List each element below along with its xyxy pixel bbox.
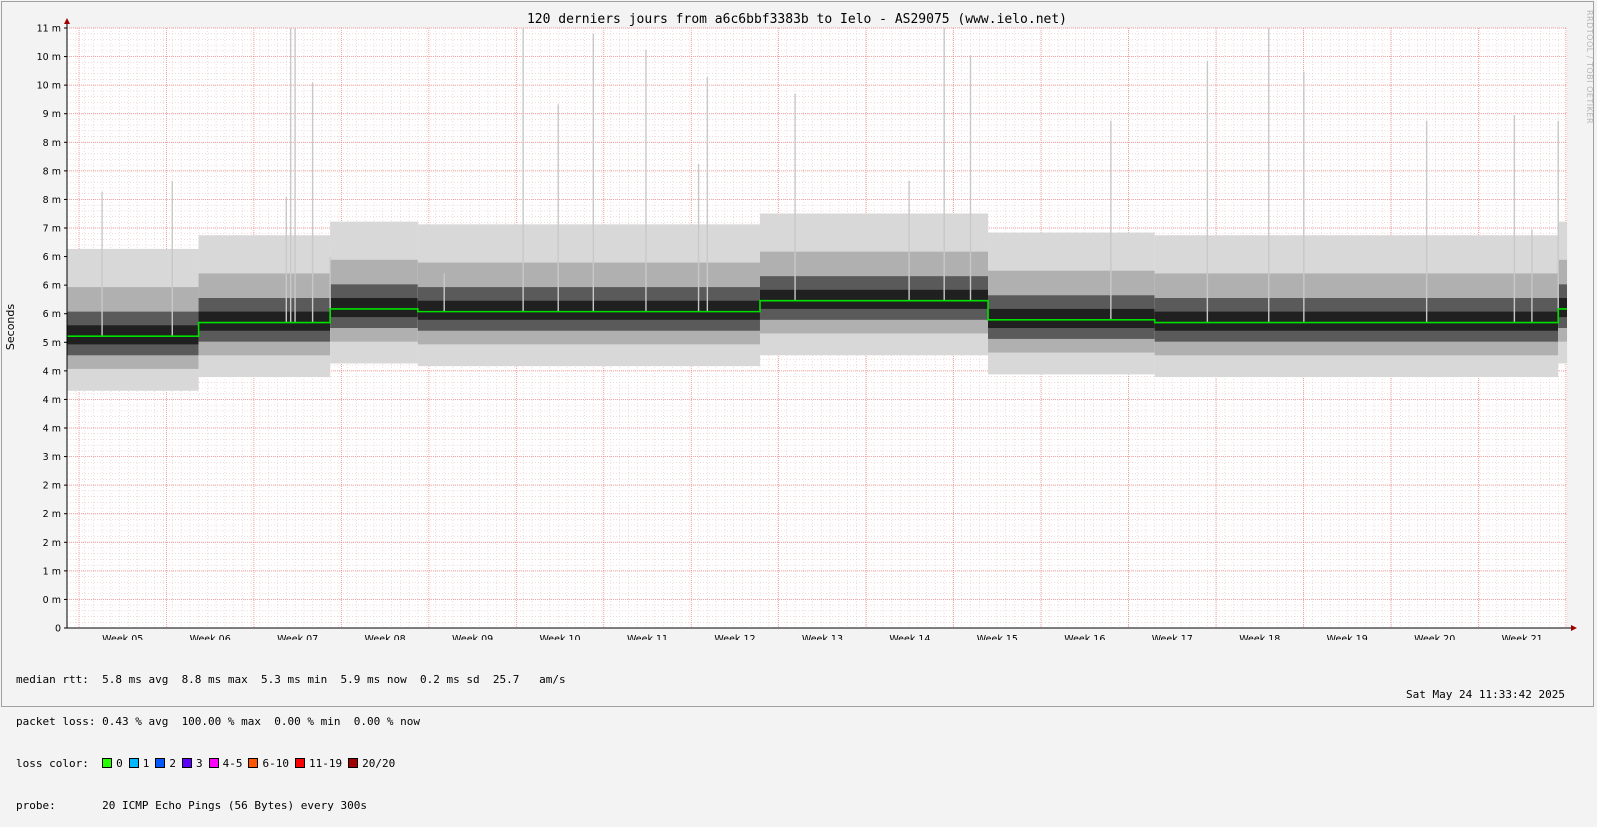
loss-color-swatch [248,758,259,768]
loss-color-text: 4-5 [222,757,243,770]
x-tick-label: Week 09 [452,634,493,640]
loss-color-item: 4-5 [208,757,243,770]
x-axis-arrow [1571,625,1577,631]
stats-block: median rtt: 5.8 ms avg 8.8 ms max 5.3 ms… [16,645,566,827]
median-rtt-line: median rtt: 5.8 ms avg 8.8 ms max 5.3 ms… [16,673,566,686]
loss-color-label: loss color: [16,757,89,770]
loss-color-item: 3 [181,757,203,770]
band-core [988,308,1155,328]
y-tick-label: 2 m [43,538,61,549]
y-tick-label: 4 m [43,366,61,377]
loss-color-item: 0 [102,757,123,770]
y-tick-label: 8 m [43,195,61,206]
y-tick-labels: 0 0 m 1 m 2 m 2 m 2 m 3 m 4 m 4 m 4 m 5 m 6 m 6 m 6 m… [37,24,67,635]
x-tick-label: Week 05 [102,634,143,640]
loss-color-text: 3 [195,757,203,770]
loss-color-item: 6-10 [248,757,289,770]
loss-color-swatch [294,758,305,768]
y-tick-label: 5 m [43,338,61,349]
loss-color-swatch [155,758,166,768]
loss-color-legend: loss color: 0 1 2 3 4-5 6-10 11-19 20/20 [16,757,566,771]
x-tick-label: Week 08 [365,634,406,640]
loss-color-swatch [181,758,192,768]
y-tick-label: 0 m [43,595,61,606]
y-tick-label: 3 m [43,452,61,463]
x-tick-label: Week 11 [627,634,668,640]
y-tick-label: 6 m [43,309,61,320]
x-tick-label: Week 20 [1414,634,1455,640]
y-tick-label: 7 m [43,224,61,235]
loss-color-item: 20/20 [348,757,395,770]
loss-color-swatch [102,758,113,768]
x-tick-label: Week 17 [1152,634,1193,640]
band-core [1558,298,1567,318]
band-core [417,300,760,320]
latency-chart: 0 0 m 1 m 2 m 2 m 2 m 3 m 4 m 4 m 4 m 5 m 6 m 6 m 6 m… [4,12,1577,640]
loss-color-item: 1 [128,757,150,770]
y-tick-label: 10 m [37,81,61,92]
loss-color-swatch [208,758,219,768]
y-axis-label: Seconds [4,304,17,350]
y-tick-label: 8 m [43,166,61,177]
band-core [1154,311,1559,331]
chart-title: 120 derniers jours from a6c6bbf3383b to … [527,12,1067,27]
y-tick-label: 2 m [43,481,61,492]
loss-color-text: 2 [169,757,176,770]
y-tick-label: 8 m [43,138,61,149]
probe-line: probe: 20 ICMP Echo Pings (56 Bytes) eve… [16,799,367,812]
x-tick-label: Week 16 [1064,634,1105,640]
x-tick-label: Week 15 [977,634,1018,640]
band-core [759,289,989,309]
band-core [67,325,199,345]
x-tick-label: Week 21 [1502,634,1543,640]
x-tick-label: Week 13 [802,634,843,640]
y-tick-label: 0 [55,624,61,635]
band-core [198,311,331,331]
loss-color-swatch [128,758,139,768]
y-tick-label: 11 m [37,24,61,35]
y-tick-label: 6 m [43,252,61,263]
y-tick-label: 9 m [43,109,61,120]
x-tick-label: Week 14 [889,634,930,640]
loss-color-text: 0 [116,757,123,770]
y-tick-label: 10 m [37,52,61,63]
band-core [330,298,418,318]
loss-color-text: 1 [142,757,150,770]
y-tick-label: 1 m [43,566,61,577]
x-tick-label: Week 07 [277,634,318,640]
packet-loss-line: packet loss: 0.43 % avg 100.00 % max 0.0… [16,715,420,728]
y-tick-label: 4 m [43,395,61,406]
y-tick-label: 2 m [43,509,61,520]
y-tick-label: 6 m [43,281,61,292]
x-tick-label: Week 06 [190,634,231,640]
y-axis-arrow [64,18,70,24]
loss-color-swatch [348,758,359,768]
x-tick-label: Week 18 [1239,634,1280,640]
rrdtool-watermark: RRDTOOL / TOBI OETIKER [1585,10,1594,125]
x-tick-label: Week 10 [539,634,580,640]
loss-color-text: 6-10 [262,757,289,770]
x-tick-label: Week 12 [714,634,755,640]
loss-color-item: 2 [155,757,176,770]
x-tick-labels: Week 05 Week 06 Week 07 Week 08 Week 09 Week … [102,634,1543,640]
y-tick-label: 4 m [43,424,61,435]
loss-color-text: 20/20 [362,757,396,770]
loss-color-items: 0 1 2 3 4-5 6-10 11-19 20/20 [102,757,401,770]
timestamp: Sat May 24 11:33:42 2025 [1406,688,1565,701]
x-tick-label: Week 19 [1327,634,1368,640]
loss-color-text: 11-19 [308,757,343,770]
loss-color-item: 11-19 [294,757,343,770]
